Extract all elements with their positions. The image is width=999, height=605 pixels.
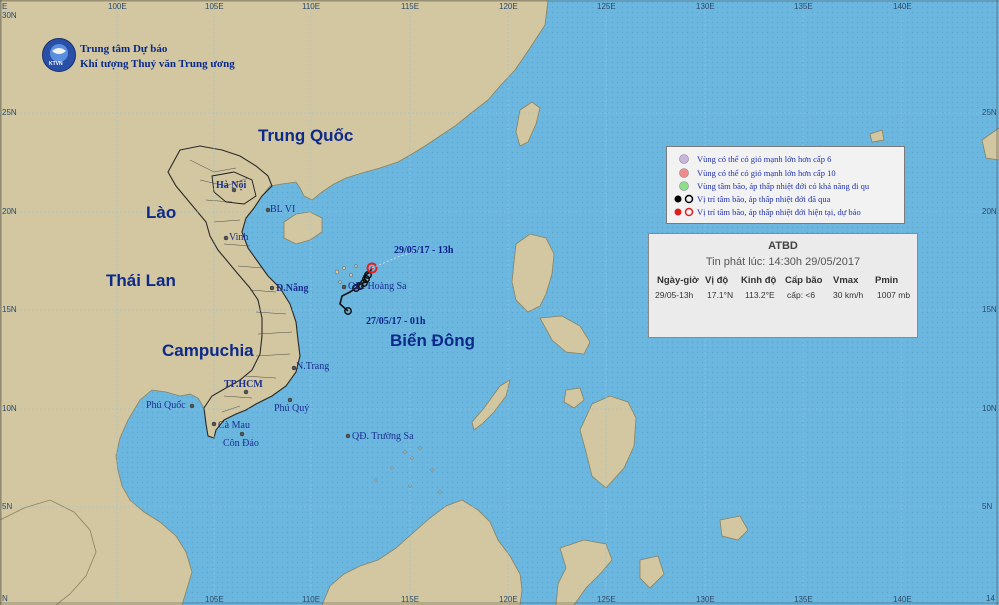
- info-header: Ngày-giờ: [657, 275, 699, 286]
- label-vinh: Vinh: [229, 232, 249, 243]
- lon-label: 130E: [696, 2, 715, 11]
- lon-label: 140E: [893, 2, 912, 11]
- lat-label: 10N: [2, 404, 17, 413]
- lon-label: 125E: [597, 2, 616, 11]
- label-laos: Lào: [146, 203, 177, 222]
- lon-label: 120E: [499, 2, 518, 11]
- storm-current-icon: [673, 207, 695, 219]
- label-truongsa: QĐ. Trường Sa: [352, 431, 414, 442]
- info-cell: 1007 mb: [877, 290, 911, 300]
- info-cell: 113.2°E: [745, 290, 775, 300]
- legend-text: Vùng có thể có gió mạnh lớn hơn cấp 6: [696, 154, 832, 164]
- legend-text: Vị trí tâm bão, áp thấp nhiệt đới hiện t…: [696, 207, 861, 217]
- legend-text: Vùng có thể có gió mạnh lớn hơn cấp 10: [696, 168, 836, 178]
- label-camau: Cà Mau: [218, 420, 250, 431]
- info-header: Vmax: [833, 275, 859, 286]
- info-header: Kinh độ: [741, 275, 777, 286]
- label-phuquoc: Phú Quốc: [146, 400, 186, 411]
- lon-label: 105E: [205, 2, 224, 11]
- label-danang: Đ.Nẵng: [276, 283, 309, 294]
- lat-label: 25N: [2, 108, 17, 117]
- brand-line-2: Khí tượng Thuỷ văn Trung ương: [80, 58, 235, 70]
- legend-text: Vị trí tâm bão, áp thấp nhiệt đới đã qua: [696, 194, 831, 204]
- label-hanoi: Hà Nội: [216, 180, 247, 191]
- lon-label: 100E: [108, 2, 127, 11]
- label-tphcm: TP.HCM: [224, 379, 263, 390]
- storm-info-panel: ATBD Tin phát lúc: 14:30h 29/05/2017 Ngà…: [648, 233, 918, 338]
- lon-label: 110E: [302, 595, 321, 604]
- lat-label: N: [2, 594, 8, 603]
- lat-label: 10N: [982, 404, 997, 413]
- lon-label: 125E: [597, 595, 616, 604]
- legend-item: Vùng tâm bão, áp thấp nhiệt đới có khả n…: [673, 181, 869, 193]
- ktvn-logo: KTVN: [42, 38, 76, 72]
- lon-label: 105E: [205, 595, 224, 604]
- info-cell: 29/05-13h: [655, 290, 694, 300]
- info-header: Cấp bão: [785, 275, 823, 286]
- lon-label: 120E: [499, 595, 518, 604]
- info-header: Vị độ: [705, 275, 729, 286]
- label-cambodia: Campuchia: [162, 341, 254, 360]
- label-east-sea: Biển Đông: [390, 331, 475, 350]
- logo-text: KTVN: [49, 61, 63, 67]
- circle-icon: [673, 181, 695, 193]
- label-china: Trung Quốc: [258, 126, 354, 145]
- legend-item: Vùng có thể có gió mạnh lớn hơn cấp 6: [673, 154, 831, 166]
- track-start-label: 27/05/17 - 01h: [366, 316, 426, 327]
- storm-past-icon: [673, 194, 695, 206]
- lon-label: 135E: [794, 2, 813, 11]
- legend-text: Vùng tâm bão, áp thấp nhiệt đới có khả n…: [696, 181, 870, 191]
- info-cell: cấp: <6: [787, 290, 816, 300]
- lat-label: 15N: [2, 305, 17, 314]
- label-blvi: BL VI: [270, 204, 296, 215]
- lon-label: 115E: [401, 2, 420, 11]
- lat-label: 5N: [2, 502, 13, 511]
- label-condao: Côn Đảo: [223, 438, 259, 449]
- info-cell: 30 km/h: [833, 290, 864, 300]
- lat-label: 15N: [982, 305, 997, 314]
- lat-label: 30N: [2, 11, 17, 20]
- weather-map: E 100E 105E 110E 115E 120E 125E 130E 135…: [0, 0, 999, 605]
- info-issued: Tin phát lúc: 14:30h 29/05/2017: [705, 256, 861, 268]
- label-thailand: Thái Lan: [106, 271, 176, 290]
- lon-label: 110E: [302, 2, 321, 11]
- label-nhatrang: N.Trang: [296, 361, 330, 372]
- lat-label: 20N: [2, 207, 17, 216]
- legend-item: Vị trí tâm bão, áp thấp nhiệt đới đã qua: [673, 194, 830, 206]
- lat-label: 5N: [982, 502, 993, 511]
- lon-label: 140E: [893, 595, 912, 604]
- info-header: Pmin: [875, 275, 899, 286]
- circle-icon: [673, 154, 695, 166]
- label-hoangsa: QĐ. Hoàng Sa: [348, 281, 407, 292]
- lat-label: 20N: [982, 207, 997, 216]
- lon-label: 135E: [794, 595, 813, 604]
- label-phuquy: Phú Quý: [274, 403, 310, 414]
- track-end-label: 29/05/17 - 13h: [394, 245, 454, 256]
- legend-panel: Vùng có thể có gió mạnh lớn hơn cấp 6 Vù…: [666, 146, 905, 224]
- lat-label: 25N: [982, 108, 997, 117]
- lon-label: 130E: [696, 595, 715, 604]
- circle-icon: [673, 168, 695, 180]
- lon-label: E: [2, 2, 8, 11]
- info-title: ATBD: [768, 240, 798, 252]
- lon-label: 115E: [401, 595, 420, 604]
- legend-item: Vùng có thể có gió mạnh lớn hơn cấp 10: [673, 168, 836, 180]
- legend-item: Vị trí tâm bão, áp thấp nhiệt đới hiện t…: [673, 207, 861, 219]
- brand-line-1: Trung tâm Dự báo: [80, 43, 168, 55]
- lat-label: 14: [986, 594, 995, 603]
- info-cell: 17.1°N: [707, 290, 734, 300]
